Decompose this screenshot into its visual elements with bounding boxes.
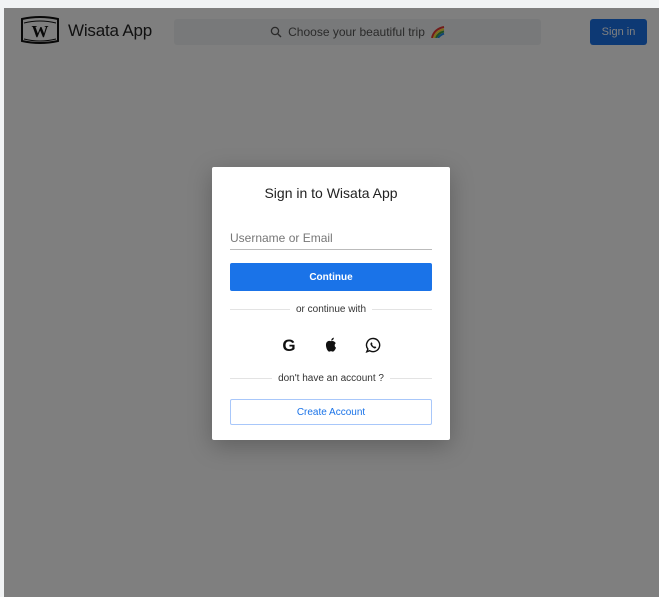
google-login-button[interactable]: G: [279, 335, 299, 355]
divider-line: [389, 377, 433, 379]
no-account-divider: don't have an account ?: [230, 371, 433, 385]
create-account-button[interactable]: Create Account: [230, 399, 432, 425]
whatsapp-login-button[interactable]: [363, 335, 383, 355]
whatsapp-icon: [365, 337, 380, 353]
continue-button[interactable]: Continue: [230, 263, 432, 291]
sign-in-dialog: Sign in to Wisata App Continue or contin…: [212, 167, 450, 440]
divider-line: [230, 377, 273, 379]
svg-text:G: G: [282, 336, 295, 354]
app-page: W Wisata App Choose your beautiful trip …: [4, 8, 659, 597]
continue-with-label: or continue with: [295, 303, 367, 315]
no-account-label: don't have an account ?: [278, 372, 384, 384]
apple-icon: [325, 337, 336, 352]
divider-line: [230, 308, 290, 310]
apple-login-button[interactable]: [321, 335, 341, 355]
dialog-title: Sign in to Wisata App: [264, 185, 398, 201]
google-icon: G: [282, 336, 295, 354]
continue-with-divider: or continue with: [230, 302, 433, 316]
social-login-row: G: [212, 335, 450, 355]
username-input[interactable]: [230, 227, 432, 250]
divider-line: [372, 308, 433, 310]
